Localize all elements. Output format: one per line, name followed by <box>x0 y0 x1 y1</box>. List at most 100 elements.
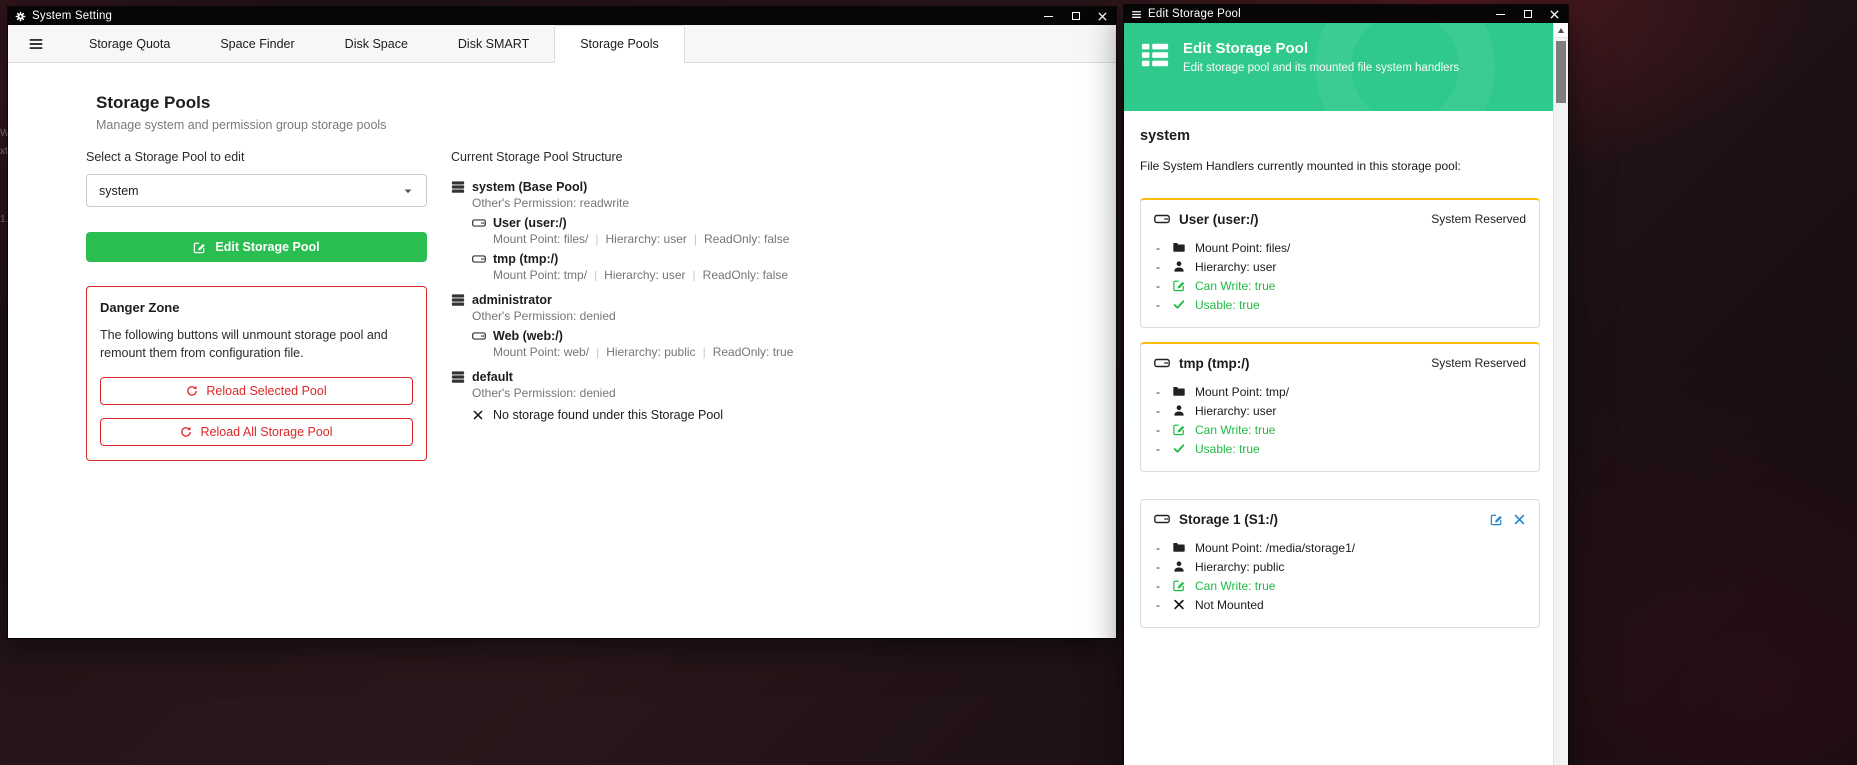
reload-all-pool-button[interactable]: Reload All Storage Pool <box>100 418 413 446</box>
fsh-property: Mount Point: files/ <box>1195 241 1290 255</box>
separator <box>703 345 706 359</box>
fsh-card-user: User (user:/) System Reserved Mount Poin… <box>1140 198 1540 328</box>
danger-zone-title: Danger Zone <box>100 300 413 315</box>
edit-storage-pool-button[interactable]: Edit Storage Pool <box>86 232 427 262</box>
separator <box>595 232 598 246</box>
fsh-property: Hierarchy: user <box>1195 260 1276 274</box>
user-icon <box>1172 260 1186 273</box>
pool-name: default <box>472 370 513 384</box>
edit-fsh-button[interactable] <box>1490 513 1503 526</box>
edit-storage-pool-window: Edit Storage Pool Edit Storage Pool Edit… <box>1124 5 1568 765</box>
folder-icon <box>1172 541 1186 554</box>
window-title: Edit Storage Pool <box>1148 8 1241 20</box>
fsh-details: Mount Point: web/Hierarchy: public ReadOn… <box>493 345 1116 359</box>
reload-selected-pool-button[interactable]: Reload Selected Pool <box>100 377 413 405</box>
pool-node-system: system (Base Pool) Other's Permission: r… <box>451 180 1116 282</box>
settings-tabbar: Storage Quota Space Finder Disk Space Di… <box>8 25 1116 63</box>
editing-pool-name: system <box>1140 128 1540 144</box>
hdd-icon <box>472 329 486 343</box>
server-icon <box>451 180 465 194</box>
fsh-property: Can Write: true <box>1195 579 1275 593</box>
refresh-icon <box>180 426 192 438</box>
folder-icon <box>1172 241 1186 254</box>
close-button[interactable] <box>1541 5 1568 23</box>
fsh-property-row: Can Write: true <box>1154 576 1526 595</box>
refresh-icon <box>186 385 198 397</box>
tab-storage-quota[interactable]: Storage Quota <box>64 25 195 62</box>
scroll-up-button[interactable] <box>1554 23 1568 38</box>
pool-empty-message: No storage found under this Storage Pool <box>472 408 1116 422</box>
fsh-property-row: Can Write: true <box>1154 276 1526 295</box>
fsh-property: Can Write: true <box>1195 423 1275 437</box>
fsh-detail: Mount Point: web/ <box>493 345 589 359</box>
fsh-detail: Hierarchy: user <box>604 268 685 282</box>
fsh-card-title: Storage 1 (S1:/) <box>1179 512 1278 527</box>
storage-pool-select[interactable]: system <box>86 174 427 207</box>
system-reserved-badge: System Reserved <box>1431 356 1526 370</box>
minimize-button[interactable] <box>1035 7 1062 25</box>
pool-permission: Other's Permission: denied <box>472 309 1116 323</box>
mounted-fsh-description: File System Handlers currently mounted i… <box>1140 159 1540 173</box>
fsh-detail: Hierarchy: user <box>606 232 687 246</box>
server-icon <box>451 370 465 384</box>
scrollbar[interactable] <box>1553 23 1568 765</box>
user-icon <box>1172 404 1186 417</box>
times-icon <box>472 409 484 421</box>
fsh-property-row: Hierarchy: user <box>1154 257 1526 276</box>
select-pool-label: Select a Storage Pool to edit <box>86 150 427 164</box>
edit-icon <box>1172 423 1186 436</box>
check-icon <box>1172 298 1186 311</box>
tab-disk-space[interactable]: Disk Space <box>320 25 433 62</box>
fsh-property-row: Usable: true <box>1154 439 1526 458</box>
tab-space-finder[interactable]: Space Finder <box>195 25 319 62</box>
system-setting-window: System Setting Storage Quota Space Finde… <box>8 7 1116 638</box>
hdd-icon <box>472 216 486 230</box>
fsh-property-row: Usable: true <box>1154 295 1526 314</box>
fsh-property-row: Not Mounted <box>1154 595 1526 614</box>
fsh-details: Mount Point: files/Hierarchy: userReadOn… <box>493 232 1116 246</box>
edit-pool-banner: Edit Storage Pool Edit storage pool and … <box>1124 23 1553 111</box>
list-icon <box>1140 40 1170 70</box>
fsh-property-row: Hierarchy: user <box>1154 401 1526 420</box>
fsh-property: Hierarchy: public <box>1195 560 1284 574</box>
fsh-detail: Mount Point: tmp/ <box>493 268 587 282</box>
caret-down-icon <box>402 185 414 197</box>
fsh-detail: Hierarchy: public <box>606 345 695 359</box>
banner-subtitle: Edit storage pool and its mounted file s… <box>1183 62 1459 74</box>
fsh-property-row: Mount Point: tmp/ <box>1154 382 1526 401</box>
minimize-button[interactable] <box>1487 5 1514 23</box>
close-button[interactable] <box>1089 7 1116 25</box>
danger-zone-panel: Danger Zone The following buttons will u… <box>86 286 427 461</box>
fsh-node: tmp (tmp:/) Mount Point: tmp/Hierarchy: … <box>472 252 1116 282</box>
tab-menu-button[interactable] <box>8 25 64 62</box>
hdd-icon <box>1154 511 1170 527</box>
fsh-property: Can Write: true <box>1195 279 1275 293</box>
fsh-detail: ReadOnly: true <box>713 345 794 359</box>
maximize-button[interactable] <box>1062 7 1089 25</box>
times-icon <box>1172 598 1186 611</box>
minimize-icon <box>1044 16 1053 17</box>
hdd-icon <box>472 252 486 266</box>
window-title: System Setting <box>32 10 112 22</box>
fsh-detail: ReadOnly: false <box>703 268 788 282</box>
remove-fsh-button[interactable] <box>1513 513 1526 526</box>
tab-disk-smart[interactable]: Disk SMART <box>433 25 554 62</box>
tab-storage-pools[interactable]: Storage Pools <box>554 25 685 63</box>
fsh-card-title: User (user:/) <box>1179 212 1259 227</box>
fsh-card-tmp: tmp (tmp:/) System Reserved Mount Point:… <box>1140 342 1540 472</box>
scrollbar-thumb[interactable] <box>1556 41 1566 103</box>
separator <box>594 268 597 282</box>
fsh-property: Usable: true <box>1195 298 1260 312</box>
fsh-property-row: Mount Point: files/ <box>1154 238 1526 257</box>
edit-icon <box>193 241 206 254</box>
fsh-card-storage1: Storage 1 (S1:/) Mount Point: /media/sto… <box>1140 499 1540 628</box>
edit-storage-pool-titlebar: Edit Storage Pool <box>1124 5 1568 23</box>
maximize-button[interactable] <box>1514 5 1541 23</box>
close-icon <box>1097 11 1108 22</box>
edit-icon <box>1172 579 1186 592</box>
fsh-name: Web (web:/) <box>493 329 563 343</box>
hamburger-icon <box>1131 9 1142 20</box>
fsh-property: Mount Point: /media/storage1/ <box>1195 541 1355 555</box>
fsh-property: Hierarchy: user <box>1195 404 1276 418</box>
page-title: Storage Pools <box>96 93 1116 113</box>
